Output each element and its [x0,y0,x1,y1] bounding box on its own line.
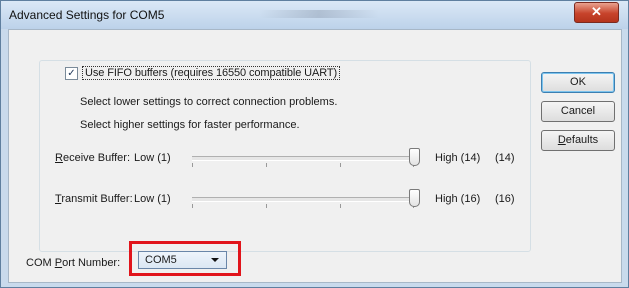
fifo-checkbox-row[interactable]: ✓ Use FIFO buffers (requires 16550 compa… [63,65,345,81]
fifo-checkbox[interactable]: ✓ [65,66,78,80]
ok-button[interactable]: OK [541,72,615,93]
receive-buffer-label: Receive Buffer: [55,152,131,164]
info-text-higher: Select higher settings for faster perfor… [80,119,300,131]
transmit-buffer-slider-thumb[interactable] [409,189,420,207]
background-window-title-ghost [259,10,379,18]
title-bar[interactable]: Advanced Settings for COM5 ✕ [1,1,628,29]
defaults-button[interactable]: Defaults [541,130,615,151]
receive-buffer-value: (14) [495,152,515,164]
cancel-button[interactable]: Cancel [541,101,615,122]
com-port-dropdown-value: COM5 [145,254,177,266]
chevron-down-icon [211,258,219,262]
receive-buffer-low-label: Low (1) [134,152,171,164]
com-port-dropdown[interactable]: COM5 [138,251,227,269]
receive-buffer-high-label: High (14) [435,152,481,164]
com-port-number-label: COM Port Number: [26,257,121,269]
receive-buffer-slider-thumb[interactable] [409,148,420,166]
info-text-lower: Select lower settings to correct connect… [80,96,338,108]
transmit-buffer-label: Transmit Buffer: [55,193,133,205]
close-button[interactable]: ✕ [574,2,619,23]
fifo-checkbox-label[interactable]: Use FIFO buffers (requires 16550 compati… [82,66,341,80]
dialog-client-area: ✓ Use FIFO buffers (requires 16550 compa… [8,29,622,283]
transmit-buffer-slider-track[interactable] [192,197,414,208]
transmit-buffer-low-label: Low (1) [134,193,171,205]
transmit-buffer-high-label: High (16) [435,193,481,205]
window-title: Advanced Settings for COM5 [9,8,165,22]
dialog-window: Advanced Settings for COM5 ✕ ✓ Use FIFO … [0,0,629,288]
transmit-buffer-value: (16) [495,193,515,205]
receive-buffer-slider-track[interactable] [192,156,414,167]
